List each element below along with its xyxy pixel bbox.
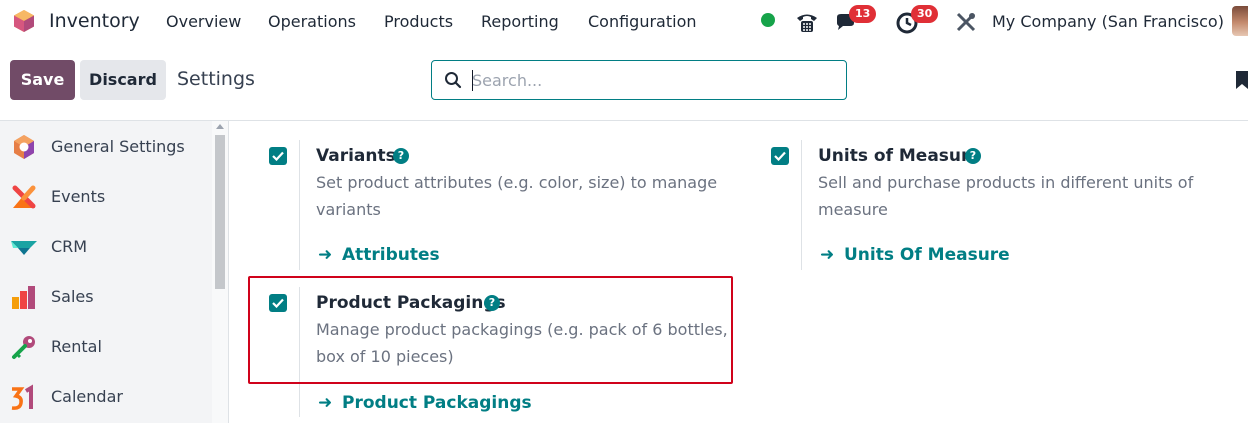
- scroll-up-arrow-icon[interactable]: [216, 124, 224, 129]
- settings-hexagon-icon: [14, 135, 34, 159]
- arrow-right-icon: ➜: [318, 245, 333, 265]
- search-box[interactable]: [431, 60, 847, 100]
- menu-configuration[interactable]: Configuration: [588, 12, 697, 31]
- search-input[interactable]: [472, 69, 832, 91]
- sidebar-item-label: Events: [51, 187, 106, 206]
- search-icon: [445, 72, 462, 89]
- menu-overview[interactable]: Overview: [166, 12, 241, 31]
- app-name[interactable]: Inventory: [49, 10, 140, 32]
- tools-icon[interactable]: [953, 9, 979, 35]
- menu-reporting[interactable]: Reporting: [481, 12, 559, 31]
- top-navbar: Inventory Overview Operations Products R…: [0, 0, 1248, 42]
- breadcrumb: Settings: [177, 68, 255, 90]
- sidebar-item-general-settings[interactable]: General Settings: [0, 121, 212, 171]
- calendar-icon: [11, 384, 33, 410]
- help-icon[interactable]: ?: [965, 148, 981, 164]
- menu-products[interactable]: Products: [384, 12, 453, 31]
- settings-sidebar: General Settings Events CRM Sales Rental…: [0, 121, 228, 423]
- menu-operations[interactable]: Operations: [268, 12, 356, 31]
- checkmark-icon: [774, 151, 786, 161]
- sidebar-item-label: General Settings: [51, 137, 185, 156]
- setting-description: Set product attributes (e.g. color, size…: [316, 173, 718, 219]
- arrow-right-icon: ➜: [318, 393, 333, 413]
- odoo-inventory-icon[interactable]: [12, 9, 36, 33]
- arrow-right-icon: ➜: [820, 245, 835, 265]
- messages-count-badge: 13: [849, 5, 877, 23]
- sidebar-item-crm[interactable]: CRM: [0, 221, 212, 271]
- sidebar-item-events[interactable]: Events: [0, 171, 212, 221]
- help-icon[interactable]: ?: [393, 148, 409, 164]
- save-button[interactable]: Save: [10, 60, 75, 100]
- setting-divider: [801, 140, 802, 270]
- rental-key-icon: [12, 336, 35, 359]
- sidebar-item-label: Calendar: [51, 387, 123, 406]
- units-of-measure-checkbox[interactable]: [771, 147, 789, 165]
- phone-icon[interactable]: [794, 9, 820, 35]
- sidebar-item-label: Sales: [51, 287, 94, 306]
- highlight-annotation-box: [248, 276, 733, 384]
- product-packagings-link[interactable]: ➜ Product Packagings: [318, 393, 532, 413]
- link-label: Units Of Measure: [844, 245, 1010, 265]
- activities-count-badge: 30: [911, 5, 939, 23]
- units-of-measure-link[interactable]: ➜ Units Of Measure: [820, 245, 1010, 265]
- sales-icon: [12, 286, 35, 309]
- sidebar-item-sales[interactable]: Sales: [0, 271, 212, 321]
- sidebar-item-label: CRM: [51, 237, 88, 256]
- sidebar-divider: [228, 121, 229, 423]
- sidebar-item-rental[interactable]: Rental: [0, 321, 212, 371]
- setting-divider: [299, 140, 300, 270]
- crm-icon: [11, 241, 37, 255]
- link-label: Attributes: [342, 245, 440, 265]
- text-cursor: [472, 70, 473, 91]
- sidebar-item-label: Rental: [51, 337, 102, 356]
- events-icon: [12, 185, 36, 209]
- bookmark-icon[interactable]: [1235, 70, 1248, 90]
- sidebar-item-calendar[interactable]: Calendar: [0, 371, 212, 421]
- setting-title: Units of Measure: [818, 146, 981, 166]
- attributes-link[interactable]: ➜ Attributes: [318, 245, 440, 265]
- link-label: Product Packagings: [342, 393, 532, 413]
- presence-status-icon: [761, 13, 775, 27]
- variants-checkbox[interactable]: [269, 147, 287, 165]
- user-avatar[interactable]: [1232, 6, 1248, 36]
- setting-description: Sell and purchase products in different …: [818, 173, 1194, 219]
- setting-title: Variants: [316, 146, 396, 166]
- sidebar-scroll-thumb[interactable]: [215, 135, 225, 289]
- checkmark-icon: [272, 151, 284, 161]
- company-switcher[interactable]: My Company (San Francisco): [992, 12, 1224, 31]
- discard-button[interactable]: Discard: [80, 60, 166, 100]
